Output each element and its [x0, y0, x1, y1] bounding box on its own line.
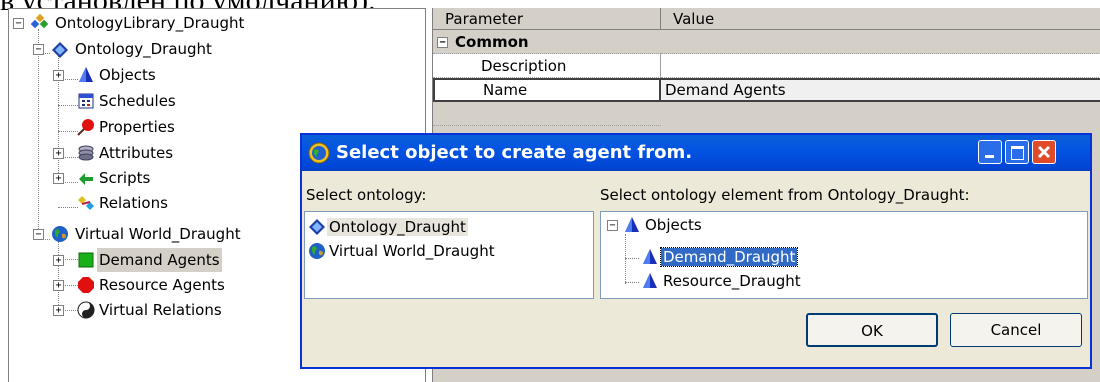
collapse-toggle[interactable]: − — [33, 44, 44, 55]
cone-icon — [79, 67, 93, 82]
minimize-icon — [985, 155, 994, 158]
row-description-label: Description — [433, 54, 661, 78]
tree-item-resource-agents[interactable]: Resource Agents — [97, 273, 227, 297]
pin-icon — [77, 119, 94, 136]
green-square-icon — [78, 252, 94, 268]
collapse-toggle[interactable]: − — [33, 229, 44, 240]
tree-item-scripts[interactable]: Scripts — [97, 166, 152, 190]
yin-yang-icon — [77, 301, 95, 319]
tree-item-virtual-relations[interactable]: Virtual Relations — [97, 298, 224, 322]
tree-item-objects[interactable]: Objects — [97, 63, 158, 87]
row-description-value[interactable] — [661, 54, 1100, 78]
expand-toggle[interactable]: + — [53, 173, 64, 184]
expand-toggle[interactable]: + — [53, 255, 64, 266]
relations-icon — [78, 196, 94, 210]
expand-toggle[interactable]: + — [53, 280, 64, 291]
calendar-icon — [78, 93, 94, 109]
cone-icon — [625, 217, 639, 232]
ontology-list-item[interactable]: Ontology_Draught — [327, 215, 468, 239]
stack-icon — [78, 145, 94, 161]
collapse-toggle[interactable]: − — [607, 220, 618, 231]
tree-item-virtual-world[interactable]: Virtual World_Draught — [73, 222, 243, 246]
minimize-button[interactable] — [978, 140, 1002, 164]
ontology-diamond-icon — [52, 42, 68, 58]
ok-button[interactable]: OK — [806, 313, 938, 347]
cone-icon — [643, 273, 657, 288]
column-header-value[interactable]: Value — [661, 8, 1100, 30]
expand-toggle[interactable]: + — [53, 305, 64, 316]
select-element-label: Select ontology element from Ontology_Dr… — [600, 186, 970, 204]
row-name-value[interactable]: Demand Agents — [661, 78, 1100, 102]
collapse-toggle[interactable]: − — [13, 18, 24, 29]
scripts-icon — [79, 173, 93, 185]
expand-toggle[interactable]: + — [53, 70, 64, 81]
collapse-toggle[interactable]: − — [437, 37, 448, 48]
select-object-dialog: Select object to create agent from. Sele… — [300, 133, 1092, 369]
tree-item-properties[interactable]: Properties — [97, 115, 177, 139]
close-icon — [1037, 145, 1051, 159]
close-button[interactable] — [1032, 140, 1056, 164]
select-ontology-label: Select ontology: — [306, 186, 427, 204]
column-header-parameter[interactable]: Parameter — [433, 8, 661, 30]
element-tree[interactable]: − Objects Demand_Draught Resource_Draugh… — [600, 211, 1088, 299]
tree-item-relations[interactable]: Relations — [97, 191, 170, 215]
ontology-diamond-icon — [309, 219, 325, 235]
ontology-list-item[interactable]: Virtual World_Draught — [327, 239, 497, 263]
tree-item-schedules[interactable]: Schedules — [97, 89, 178, 113]
red-octagon-icon — [78, 277, 94, 293]
dialog-title: Select object to create agent from. — [336, 142, 693, 163]
globe-icon — [52, 226, 68, 242]
tree-item-attributes[interactable]: Attributes — [97, 141, 175, 165]
tree-item-root[interactable]: OntologyLibrary_Draught — [53, 11, 246, 35]
element-tree-root[interactable]: Objects — [645, 213, 702, 237]
cone-icon — [643, 249, 657, 264]
globe-icon — [309, 243, 325, 259]
maximize-icon — [1011, 146, 1024, 160]
section-common[interactable]: − Common — [433, 30, 661, 54]
library-icon — [31, 14, 49, 29]
maximize-button[interactable] — [1005, 140, 1029, 164]
tree-item-demand-agents[interactable]: Demand Agents — [97, 248, 222, 272]
tree-item-ontology[interactable]: Ontology_Draught — [73, 37, 214, 61]
expand-toggle[interactable]: + — [53, 148, 64, 159]
row-name-label[interactable]: Name — [433, 78, 661, 102]
ontology-list[interactable]: Ontology_Draught Virtual World_Draught — [304, 211, 594, 299]
cancel-button[interactable]: Cancel — [950, 313, 1082, 347]
element-tree-item[interactable]: Demand_Draught — [659, 245, 799, 269]
globe-app-icon — [308, 142, 330, 164]
element-tree-item[interactable]: Resource_Draught — [661, 269, 803, 293]
dialog-titlebar[interactable]: Select object to create agent from. — [302, 135, 1090, 171]
